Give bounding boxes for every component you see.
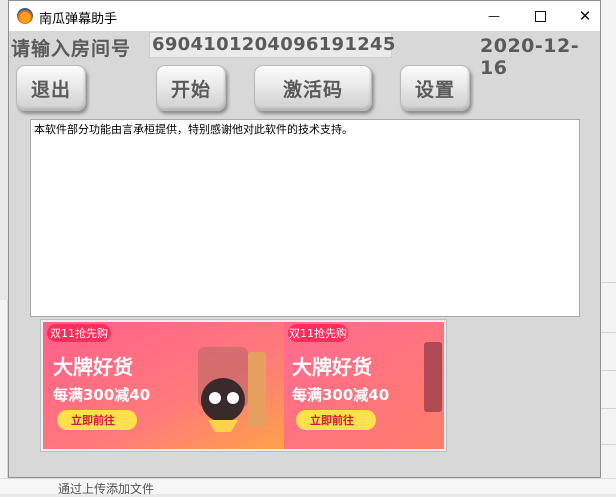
close-icon: ✕ xyxy=(578,7,592,25)
settings-button[interactable]: 设置 xyxy=(400,65,470,111)
activation-code-button[interactable]: 激活码 xyxy=(254,65,372,111)
minimize-button[interactable]: — xyxy=(471,1,517,31)
date-display: 2020-12-16 xyxy=(480,35,580,79)
ad-badge-text: 双11抢先购 xyxy=(50,326,108,340)
background-window-edge-left xyxy=(0,300,8,478)
pumpkin-app-icon xyxy=(17,8,33,24)
ad-banner[interactable]: 双11抢先购 大牌好货 每满300减40 立即前往 双11抢先购 大牌好货 每满… xyxy=(40,319,447,452)
window-title: 南瓜弹幕助手 xyxy=(39,12,118,27)
notice-textarea[interactable]: 本软件部分功能由言承桓提供，特别感谢他对此软件的技术支持。 xyxy=(30,119,580,317)
exit-button[interactable]: 退出 xyxy=(16,65,86,111)
ad-cta-text-2: 立即前往 xyxy=(310,413,354,427)
ad-headline-text: 大牌好货 xyxy=(53,355,133,379)
close-button[interactable]: ✕ xyxy=(562,1,608,31)
maximize-button[interactable] xyxy=(517,1,563,31)
ad-panel-left: 双11抢先购 大牌好货 每满300减40 立即前往 xyxy=(43,322,285,449)
app-window: 南瓜弹幕助手 — ✕ 请输入房间号 6904101204096191245 20… xyxy=(8,0,601,478)
background-window-edge xyxy=(601,0,616,494)
ad-badge-text-2: 双11抢先购 xyxy=(289,326,347,340)
ad-panel-right: 双11抢先购 大牌好货 每满300减40 立即前往 xyxy=(284,322,444,449)
start-button[interactable]: 开始 xyxy=(156,65,226,111)
ad-promo-text: 每满300减40 xyxy=(53,386,150,404)
room-label: 请输入房间号 xyxy=(11,38,132,60)
room-id-input[interactable]: 6904101204096191245 xyxy=(149,32,395,58)
minimize-icon: — xyxy=(488,9,500,23)
ad-cta-text: 立即前往 xyxy=(71,413,115,427)
ad-promo-text-2: 每满300减40 xyxy=(292,386,389,404)
ad-headline-text-2: 大牌好货 xyxy=(292,355,372,379)
maximize-icon xyxy=(534,10,546,22)
background-text: 通过上传添加文件 xyxy=(58,482,155,496)
title-bar[interactable]: 南瓜弹幕助手 — ✕ xyxy=(9,1,600,31)
